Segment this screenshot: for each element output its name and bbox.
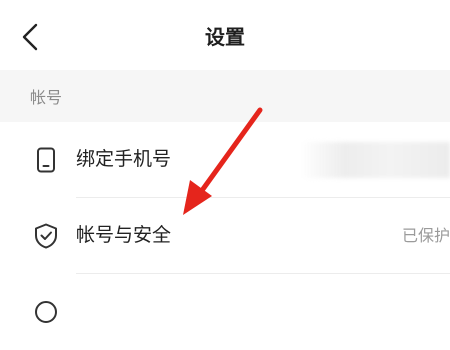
row-label-bind-phone: 绑定手机号 xyxy=(76,148,172,170)
page-title: 设置 xyxy=(205,25,245,49)
section-header-account: 帐号 xyxy=(0,70,450,122)
row-account-security[interactable]: 帐号与安全 已保护 xyxy=(0,198,450,274)
row-label-account-security: 帐号与安全 xyxy=(76,224,172,246)
security-status: 已保护 xyxy=(401,226,450,245)
row-next-partial[interactable] xyxy=(0,274,450,350)
row-bind-phone[interactable]: 绑定手机号 xyxy=(0,122,450,198)
row-icon-partial xyxy=(35,301,57,323)
phone-icon xyxy=(37,147,55,173)
phone-number-blurred xyxy=(300,142,450,178)
section-label: 帐号 xyxy=(30,88,63,107)
shield-check-icon xyxy=(35,223,57,249)
nav-bar: 设置 xyxy=(0,0,450,70)
